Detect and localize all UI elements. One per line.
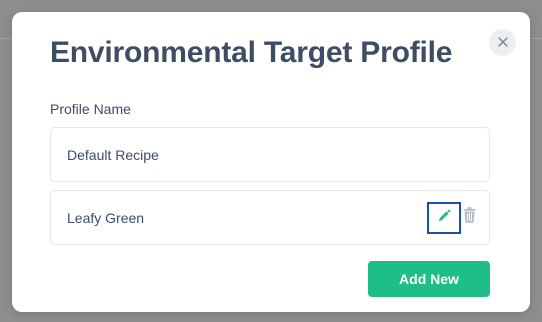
profile-modal: Environmental Target Profile Profile Nam… <box>12 12 530 312</box>
profile-row-default-recipe[interactable]: Default Recipe <box>50 127 490 182</box>
modal-title: Environmental Target Profile <box>50 36 453 69</box>
pencil-icon <box>437 208 451 228</box>
delete-button[interactable] <box>461 206 477 228</box>
close-icon <box>497 34 508 52</box>
profile-name: Leafy Green <box>67 209 145 226</box>
profile-name: Default Recipe <box>67 146 159 163</box>
edit-button[interactable] <box>427 202 461 234</box>
close-button[interactable] <box>489 29 516 56</box>
trash-icon <box>463 206 476 228</box>
profile-row-leafy-green[interactable]: Leafy Green <box>50 190 490 245</box>
add-new-button[interactable]: Add New <box>368 261 490 297</box>
profile-name-label: Profile Name <box>50 101 131 117</box>
